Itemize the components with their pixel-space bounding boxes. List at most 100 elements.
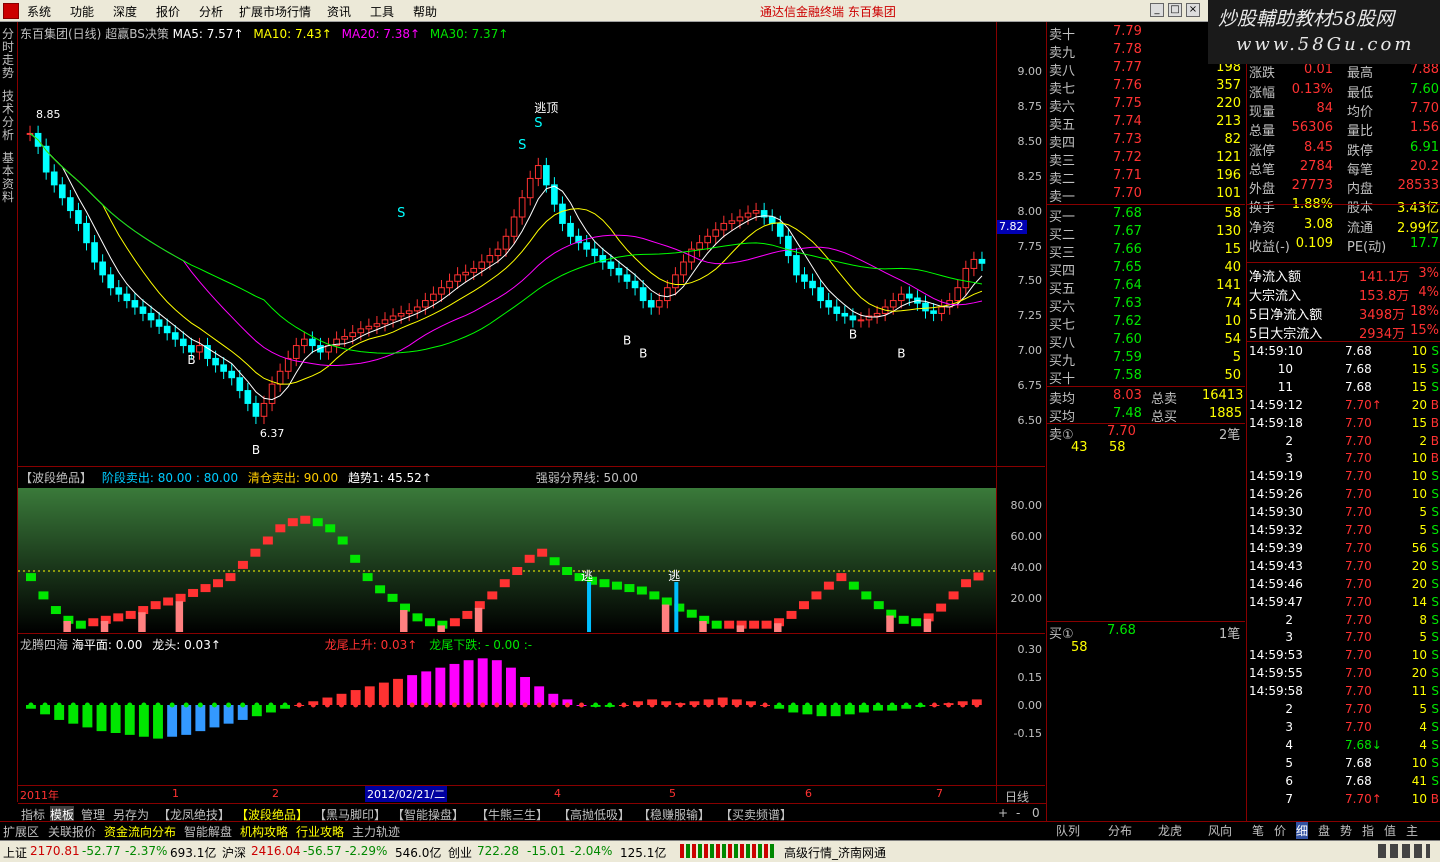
flow-value: 3498万 <box>1359 308 1406 323</box>
sell-level[interactable]: 卖七 7.76 357 <box>1047 78 1245 97</box>
watermark-url: www.58Gu.com <box>1236 34 1415 55</box>
candle-body <box>664 287 671 302</box>
ext-area[interactable]: 扩展区 <box>3 823 39 840</box>
avg-sell-row-cell: 16413 <box>1202 388 1244 403</box>
tab-detail[interactable]: 细 <box>1296 822 1309 839</box>
hs-index-name[interactable]: 沪深 <box>222 844 246 861</box>
menu-item-analysis[interactable]: 分析 <box>199 3 223 20</box>
maximize-button[interactable]: □ <box>1168 3 1182 17</box>
menu-item-function[interactable]: 功能 <box>70 3 94 20</box>
ob-volume: 213 <box>1216 114 1241 129</box>
buy-level[interactable]: 买五 7.64 141 <box>1047 278 1245 297</box>
wave-mark <box>537 548 548 557</box>
sell-level[interactable]: 卖六 7.75 220 <box>1047 96 1245 115</box>
buy-level[interactable]: 买七 7.62 10 <box>1047 314 1245 333</box>
dragon-tick: 0.15 <box>1017 671 1043 684</box>
sh-index-name[interactable]: 上证 <box>3 844 27 861</box>
candle-body <box>518 197 526 218</box>
menu-item-extended-market[interactable]: 扩展市场行情 <box>239 3 311 20</box>
menu-item-quote[interactable]: 报价 <box>156 3 180 20</box>
dragon-dot <box>960 702 966 708</box>
menu-item-system[interactable]: 系统 <box>27 3 51 20</box>
sell-level[interactable]: 卖四 7.73 82 <box>1047 132 1245 151</box>
tab-wind[interactable]: 风向 <box>1208 822 1232 839</box>
menu-item-tools[interactable]: 工具 <box>370 3 394 20</box>
cy-index-name[interactable]: 创业 <box>448 844 472 861</box>
wave-title[interactable]: 【波段绝品】 <box>20 471 92 485</box>
tab-intraday[interactable]: 分时走势 <box>2 28 16 80</box>
volume-bar <box>138 612 146 632</box>
buy-level[interactable]: 买九 7.59 5 <box>1047 350 1245 369</box>
tab-index[interactable]: 指 <box>1362 822 1374 839</box>
tab-queue[interactable]: 队列 <box>1056 822 1080 839</box>
menu-item-depth[interactable]: 深度 <box>113 3 137 20</box>
ext-related-quote[interactable]: 关联报价 <box>48 823 96 840</box>
tab-distribution[interactable]: 分布 <box>1108 822 1132 839</box>
tick-volume: 20 <box>1411 576 1427 591</box>
sell-level[interactable]: 卖三 7.72 121 <box>1047 150 1245 169</box>
ext-industry[interactable]: 行业攻略 <box>296 823 344 840</box>
wave-mark <box>300 515 311 524</box>
ob-price: 7.68 <box>1113 206 1142 221</box>
dragon-dot <box>324 702 330 708</box>
wave-mark <box>624 584 635 593</box>
ext-smart-analysis[interactable]: 智能解盘 <box>184 823 232 840</box>
menu-item-help[interactable]: 帮助 <box>413 3 437 20</box>
zoom-out-icon[interactable]: - <box>1016 806 1020 820</box>
tab-price[interactable]: 价 <box>1274 822 1286 839</box>
candle-body <box>365 325 373 330</box>
tick-side: S <box>1431 737 1439 752</box>
zoom-in-icon[interactable]: + <box>998 806 1008 820</box>
ob-price: 7.62 <box>1113 314 1142 329</box>
volume-bar <box>175 601 184 632</box>
tab-main[interactable]: 主 <box>1406 822 1418 839</box>
tab-book[interactable]: 盘 <box>1318 822 1330 839</box>
close-button[interactable]: × <box>1186 3 1200 17</box>
tick-side: B <box>1430 415 1439 430</box>
flow-value: 153.8万 <box>1359 289 1410 304</box>
menu-item-news[interactable]: 资讯 <box>327 3 351 20</box>
ob-label: 卖一 <box>1049 190 1076 205</box>
buy-level[interactable]: 买六 7.63 74 <box>1047 296 1245 315</box>
tab-technical[interactable]: 技术分析 <box>2 90 16 142</box>
buy-level[interactable]: 买三 7.66 15 <box>1047 242 1245 261</box>
tab-fundamentals[interactable]: 基本资料 <box>2 152 16 204</box>
ext-main-force[interactable]: 主力轨迹 <box>352 823 400 840</box>
candle-body <box>67 197 74 212</box>
tab-value[interactable]: 值 <box>1384 822 1396 839</box>
chart-canvas[interactable]: 8.856.37逃顶SSSBBBBBB逃逃 <box>18 22 996 802</box>
ob-volume: 50 <box>1224 368 1241 383</box>
buy-level[interactable]: 买二 7.67 130 <box>1047 224 1245 243</box>
sell-level[interactable]: 卖二 7.71 196 <box>1047 168 1245 187</box>
tab-trades[interactable]: 笔 <box>1252 822 1264 839</box>
order-book: 卖十7.791卖九7.78卖八7.77198卖七7.76357卖六7.75220… <box>1046 22 1245 822</box>
quote-value: 27773 <box>1291 178 1333 194</box>
sell-level[interactable]: 卖一 7.70 101 <box>1047 186 1245 205</box>
candle-body <box>58 184 66 199</box>
top-escape-label: 逃顶 <box>534 101 558 115</box>
ob-price: 7.78 <box>1113 42 1142 57</box>
buy-level[interactable]: 买一 7.68 58 <box>1047 206 1245 225</box>
quote-divider <box>1247 341 1440 342</box>
ext-institution[interactable]: 机构攻略 <box>240 823 288 840</box>
date-tick: 6 <box>805 787 812 800</box>
buy-level[interactable]: 买十 7.58 50 <box>1047 368 1245 387</box>
zoom-reset-icon[interactable]: 0 <box>1032 806 1040 820</box>
dragon-dot <box>113 702 119 708</box>
dragon-bar <box>449 663 460 705</box>
flow-pct: 4% <box>1418 285 1439 300</box>
dragon-title[interactable]: 龙腾四海 <box>20 638 68 652</box>
tick-volume: 15 <box>1411 415 1427 430</box>
dragon-dot <box>847 702 853 708</box>
cy-index-change: -15.01 <box>527 844 566 858</box>
buy-level[interactable]: 买四 7.65 40 <box>1047 260 1245 279</box>
sell-signal: S <box>534 116 542 131</box>
minimize-button[interactable]: _ <box>1150 3 1164 17</box>
ext-fund-flow[interactable]: 资金流向分布 <box>104 823 176 840</box>
buy-level[interactable]: 买八 7.60 54 <box>1047 332 1245 351</box>
flow-label: 净流入额 <box>1249 270 1302 285</box>
tab-trend[interactable]: 势 <box>1340 822 1352 839</box>
tab-dragon-tiger[interactable]: 龙虎 <box>1158 822 1182 839</box>
sell-level[interactable]: 卖五 7.74 213 <box>1047 114 1245 133</box>
dragon-dot <box>70 702 76 708</box>
